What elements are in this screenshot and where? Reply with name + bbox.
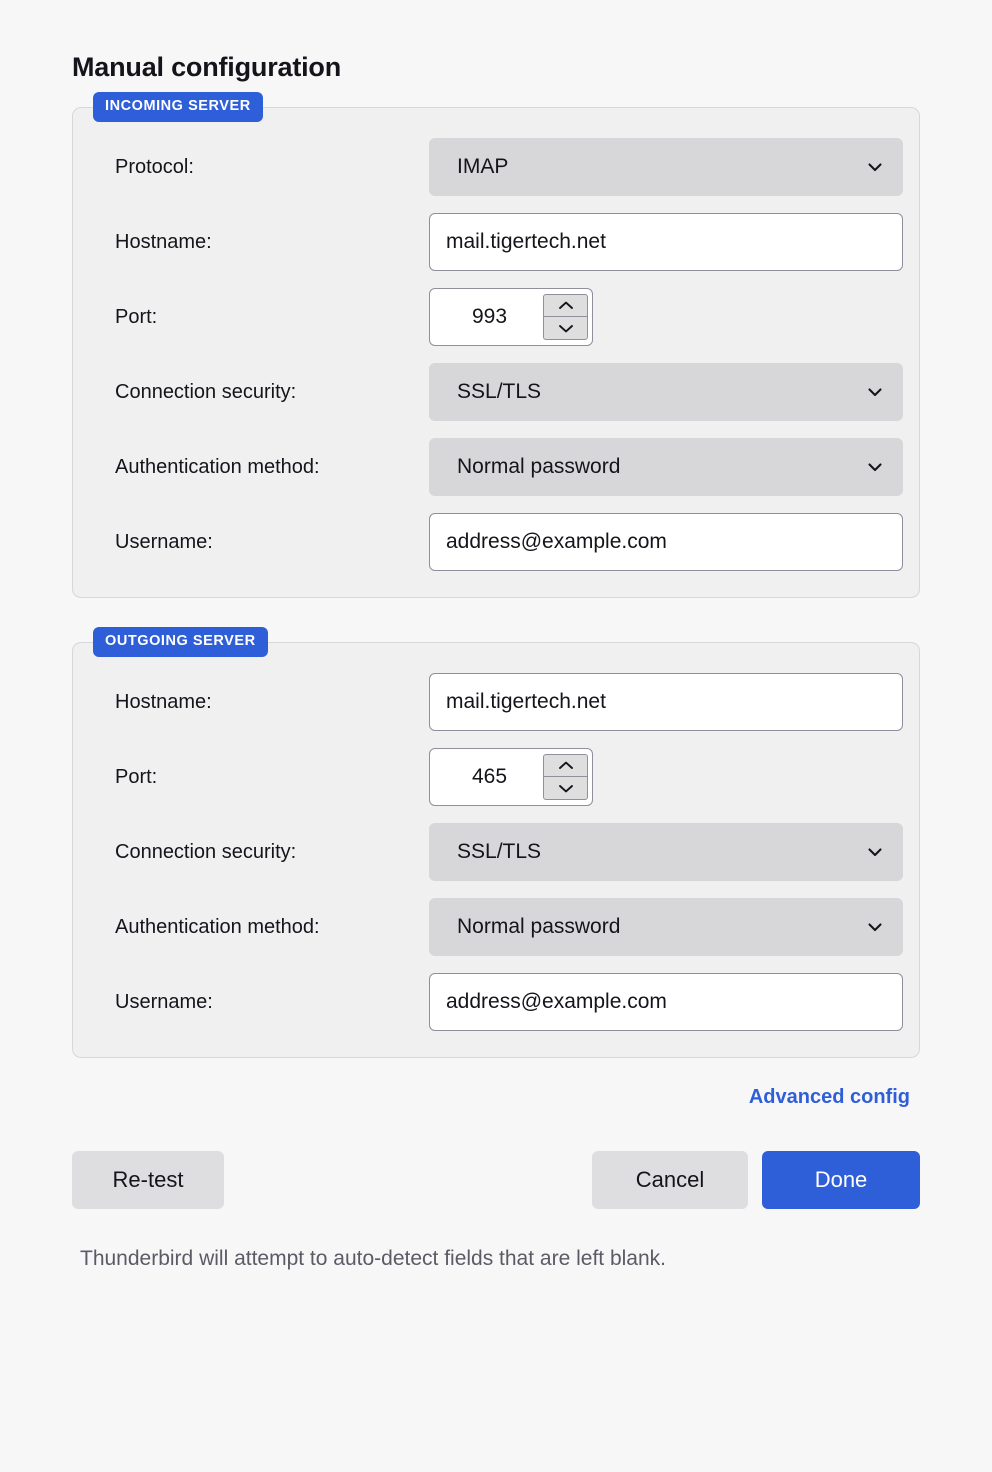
advanced-config-row: Advanced config xyxy=(72,1086,920,1109)
outgoing-port-stepper[interactable] xyxy=(543,754,588,800)
outgoing-username-row: Username: address@example.com xyxy=(93,973,895,1031)
chevron-down-icon[interactable] xyxy=(544,317,587,339)
incoming-port-value: 993 xyxy=(442,305,543,329)
outgoing-connection-security-control: SSL/TLS xyxy=(429,823,903,881)
outgoing-port-input[interactable]: 465 xyxy=(429,748,593,806)
outgoing-auth-method-value: Normal password xyxy=(457,915,865,939)
chevron-down-icon xyxy=(865,917,885,937)
incoming-auth-method-select[interactable]: Normal password xyxy=(429,438,903,496)
incoming-port-row: Port: 993 xyxy=(93,288,895,346)
outgoing-username-input[interactable]: address@example.com xyxy=(429,973,903,1031)
re-test-button[interactable]: Re-test xyxy=(72,1151,224,1209)
chevron-down-icon xyxy=(865,157,885,177)
outgoing-username-label: Username: xyxy=(93,991,429,1014)
incoming-protocol-label: Protocol: xyxy=(93,156,429,179)
advanced-config-link[interactable]: Advanced config xyxy=(749,1086,910,1109)
incoming-username-label: Username: xyxy=(93,531,429,554)
chevron-up-icon[interactable] xyxy=(544,755,587,777)
outgoing-hostname-row: Hostname: mail.tigertech.net xyxy=(93,673,895,731)
chevron-up-icon[interactable] xyxy=(544,295,587,317)
chevron-down-icon xyxy=(865,457,885,477)
incoming-hostname-label: Hostname: xyxy=(93,231,429,254)
incoming-auth-method-label: Authentication method: xyxy=(93,456,429,479)
incoming-connection-security-value: SSL/TLS xyxy=(457,380,865,404)
outgoing-port-value: 465 xyxy=(442,765,543,789)
chevron-down-icon xyxy=(865,382,885,402)
incoming-hostname-input[interactable]: mail.tigertech.net xyxy=(429,213,903,271)
outgoing-hostname-label: Hostname: xyxy=(93,691,429,714)
dialog-button-bar: Re-test Cancel Done xyxy=(72,1151,920,1209)
incoming-server-fieldset: INCOMING SERVER Protocol: IMAP Hostname:… xyxy=(72,107,920,598)
incoming-protocol-control: IMAP xyxy=(429,138,903,196)
incoming-port-control: 993 xyxy=(429,288,895,346)
outgoing-port-label: Port: xyxy=(93,766,429,789)
incoming-auth-method-control: Normal password xyxy=(429,438,903,496)
incoming-hostname-row: Hostname: mail.tigertech.net xyxy=(93,213,895,271)
incoming-port-stepper[interactable] xyxy=(543,294,588,340)
incoming-username-value: address@example.com xyxy=(446,530,667,554)
outgoing-username-control: address@example.com xyxy=(429,973,903,1031)
incoming-protocol-row: Protocol: IMAP xyxy=(93,138,895,196)
chevron-down-icon[interactable] xyxy=(544,777,587,799)
outgoing-hostname-input[interactable]: mail.tigertech.net xyxy=(429,673,903,731)
cancel-button[interactable]: Cancel xyxy=(592,1151,748,1209)
outgoing-auth-method-label: Authentication method: xyxy=(93,916,429,939)
incoming-protocol-value: IMAP xyxy=(457,155,865,179)
outgoing-connection-security-value: SSL/TLS xyxy=(457,840,865,864)
auto-detect-note: Thunderbird will attempt to auto-detect … xyxy=(72,1247,920,1271)
incoming-username-control: address@example.com xyxy=(429,513,903,571)
outgoing-username-value: address@example.com xyxy=(446,990,667,1014)
incoming-username-input[interactable]: address@example.com xyxy=(429,513,903,571)
done-button[interactable]: Done xyxy=(762,1151,920,1209)
outgoing-server-fieldset: OUTGOING SERVER Hostname: mail.tigertech… xyxy=(72,642,920,1058)
page-title: Manual configuration xyxy=(72,0,920,83)
incoming-username-row: Username: address@example.com xyxy=(93,513,895,571)
outgoing-connection-security-label: Connection security: xyxy=(93,841,429,864)
incoming-server-legend: INCOMING SERVER xyxy=(93,92,263,122)
incoming-port-input[interactable]: 993 xyxy=(429,288,593,346)
outgoing-connection-security-row: Connection security: SSL/TLS xyxy=(93,823,895,881)
incoming-protocol-select[interactable]: IMAP xyxy=(429,138,903,196)
incoming-connection-security-label: Connection security: xyxy=(93,381,429,404)
outgoing-server-legend: OUTGOING SERVER xyxy=(93,627,268,657)
outgoing-hostname-value: mail.tigertech.net xyxy=(446,690,606,714)
incoming-hostname-value: mail.tigertech.net xyxy=(446,230,606,254)
incoming-connection-security-select[interactable]: SSL/TLS xyxy=(429,363,903,421)
manual-configuration-page: Manual configuration INCOMING SERVER Pro… xyxy=(0,0,992,1472)
outgoing-auth-method-select[interactable]: Normal password xyxy=(429,898,903,956)
incoming-auth-method-value: Normal password xyxy=(457,455,865,479)
outgoing-auth-method-row: Authentication method: Normal password xyxy=(93,898,895,956)
outgoing-auth-method-control: Normal password xyxy=(429,898,903,956)
incoming-port-label: Port: xyxy=(93,306,429,329)
outgoing-port-control: 465 xyxy=(429,748,895,806)
outgoing-connection-security-select[interactable]: SSL/TLS xyxy=(429,823,903,881)
chevron-down-icon xyxy=(865,842,885,862)
incoming-hostname-control: mail.tigertech.net xyxy=(429,213,903,271)
incoming-auth-method-row: Authentication method: Normal password xyxy=(93,438,895,496)
outgoing-port-row: Port: 465 xyxy=(93,748,895,806)
incoming-connection-security-row: Connection security: SSL/TLS xyxy=(93,363,895,421)
outgoing-hostname-control: mail.tigertech.net xyxy=(429,673,903,731)
incoming-connection-security-control: SSL/TLS xyxy=(429,363,903,421)
